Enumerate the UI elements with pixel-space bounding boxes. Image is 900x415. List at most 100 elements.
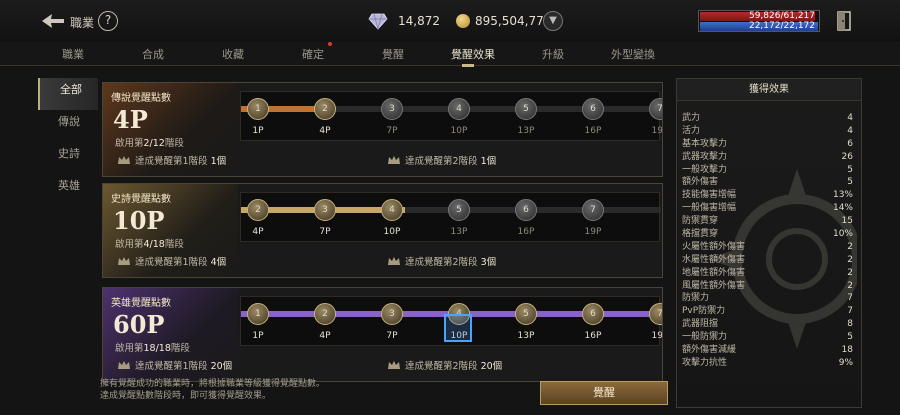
crown-icon xyxy=(388,257,400,265)
nav-item-0[interactable]: 全部 xyxy=(38,78,98,110)
stage-node[interactable]: 2 xyxy=(314,98,336,120)
stat-row: 武力 4 xyxy=(677,112,861,125)
selected-node-highlight[interactable] xyxy=(444,314,472,342)
stage-node[interactable]: 3 xyxy=(314,199,336,221)
nav-item-1[interactable]: 傳說 xyxy=(38,110,98,142)
back-arrow-icon[interactable] xyxy=(40,12,66,30)
stat-value: 26 xyxy=(841,151,853,162)
stage-node-label: 4P xyxy=(319,126,331,136)
active-tab-indicator xyxy=(462,64,474,67)
page-title: 職業 xyxy=(70,16,95,30)
stat-row: 基本攻擊力 6 xyxy=(677,138,861,151)
panel-tag: 史詩覺醒點數 xyxy=(111,194,171,205)
stage-node[interactable]: 6 xyxy=(582,98,604,120)
crown-icon xyxy=(388,156,400,164)
stat-value: 4 xyxy=(847,125,853,136)
tab-2[interactable]: 收藏 xyxy=(198,46,268,62)
effects-panel: 獲得效果 武力 4 活力 4 基本攻擊力 6 武器攻擊力 26 一般攻擊力 5 額外傷害 5 技能傷害增… xyxy=(676,78,862,408)
stage-node[interactable]: 2 xyxy=(314,303,336,325)
panel-tag: 英雄覺醒點數 xyxy=(111,298,171,309)
stage-node[interactable]: 7 xyxy=(649,303,662,325)
stage-node-label: 13P xyxy=(450,227,468,237)
stat-value: 2 xyxy=(847,254,853,265)
help-icon[interactable]: ? xyxy=(98,11,118,31)
stat-value: 13% xyxy=(832,190,853,201)
stat-row: 額外傷害減緩 18 xyxy=(677,344,861,357)
tab-5[interactable]: 覺醒效果 xyxy=(438,46,508,62)
stage-node-label: 19P xyxy=(651,331,663,341)
stat-name: 武器阻擋 xyxy=(682,319,719,330)
stage-suffix: 階段 xyxy=(170,343,190,354)
progress-track: 2 4P 3 7P 4 10P 5 13P 6 16P 7 19P xyxy=(240,192,661,242)
tab-6[interactable]: 升級 xyxy=(518,46,588,62)
stat-name: 一般傷害增幅 xyxy=(682,203,737,214)
reward-count: 1個 xyxy=(210,156,227,167)
tab-1[interactable]: 合成 xyxy=(118,46,188,62)
nav-item-3[interactable]: 英雄 xyxy=(38,174,98,206)
stage-node-label: 10P xyxy=(450,126,468,136)
stage-node[interactable]: 5 xyxy=(515,303,537,325)
stat-row: 一般傷害增幅 14% xyxy=(677,202,861,215)
stat-name: 活力 xyxy=(682,125,701,136)
stage-node[interactable]: 7 xyxy=(649,98,662,120)
stage-text: 啟用第4/18階段 xyxy=(115,236,184,250)
stage-node[interactable]: 4 xyxy=(448,98,470,120)
reward-count: 1個 xyxy=(480,156,497,167)
stat-row: 活力 4 xyxy=(677,125,861,138)
tab-3[interactable]: 確定 xyxy=(278,46,348,62)
tab-0[interactable]: 職業 xyxy=(38,46,108,62)
stage-suffix: 階段 xyxy=(164,239,184,250)
stage-prefix: 啟用第 xyxy=(115,138,144,149)
stage-node-label: 1P xyxy=(252,331,264,341)
tab-4[interactable]: 覺醒 xyxy=(358,46,428,62)
stat-name: 防禦力 xyxy=(682,293,710,304)
stage-node[interactable]: 6 xyxy=(582,303,604,325)
stage-prefix: 啟用第 xyxy=(115,239,144,250)
stat-name: 武器攻擊力 xyxy=(682,151,728,162)
reward-count: 20個 xyxy=(480,361,503,372)
stage-node[interactable]: 1 xyxy=(247,98,269,120)
stage-node-label: 19P xyxy=(651,126,663,136)
stat-value: 2 xyxy=(847,241,853,252)
stat-value: 2 xyxy=(847,280,853,291)
chevron-down-icon[interactable]: ▼ xyxy=(543,11,563,31)
awaken-button[interactable]: 覺醒 xyxy=(540,381,668,405)
stage-node[interactable]: 3 xyxy=(381,303,403,325)
stat-name: 防禦貫穿 xyxy=(682,216,719,227)
stage-text: 啟用第18/18階段 xyxy=(115,340,190,354)
reward-label: 達成覺醒第2階段 xyxy=(405,361,478,372)
points-value: 10P xyxy=(113,206,165,235)
stage-node[interactable]: 1 xyxy=(247,303,269,325)
stage-node-label: 13P xyxy=(517,331,535,341)
stage-node[interactable]: 7 xyxy=(582,199,604,221)
stat-name: 額外傷害 xyxy=(682,177,719,188)
stage-node[interactable]: 6 xyxy=(515,199,537,221)
stage-node-label: 4P xyxy=(319,331,331,341)
crown-icon xyxy=(118,156,130,164)
nav-item-2[interactable]: 史詩 xyxy=(38,142,98,174)
stage-node-label: 1P xyxy=(252,126,264,136)
stage-node[interactable]: 5 xyxy=(448,199,470,221)
stage-node[interactable]: 3 xyxy=(381,98,403,120)
stat-name: 基本攻擊力 xyxy=(682,138,728,149)
stat-name: 技能傷害增幅 xyxy=(682,190,737,201)
stage-node[interactable]: 4 xyxy=(381,199,403,221)
tab-7[interactable]: 外型變換 xyxy=(598,46,668,62)
stage-node-label: 16P xyxy=(584,331,602,341)
stat-name: 攻擊力抗性 xyxy=(682,357,728,368)
exit-door-icon[interactable] xyxy=(834,10,854,32)
gem-count: 14,872 xyxy=(398,14,440,28)
reward-label: 達成覺醒第1階段 xyxy=(135,156,208,167)
awakening-panel-1: 史詩覺醒點數 10P 啟用第4/18階段 2 4P 3 7P 4 10P 5 13P 6 16P 7… xyxy=(102,183,663,278)
hp-mp-gauge: 59,826/61,217 22,172/22,172 xyxy=(698,10,820,32)
effects-title: 獲得效果 xyxy=(677,79,861,101)
stat-value: 5 xyxy=(847,332,853,343)
stage-node[interactable]: 5 xyxy=(515,98,537,120)
stage-node[interactable]: 2 xyxy=(247,199,269,221)
stat-value: 2 xyxy=(847,267,853,278)
stat-name: 額外傷害減緩 xyxy=(682,345,737,356)
stat-value: 8 xyxy=(847,319,853,330)
stat-row: 一般防禦力 5 xyxy=(677,331,861,344)
stage-node-label: 16P xyxy=(517,227,535,237)
reward-label: 達成覺醒第2階段 xyxy=(405,257,478,268)
